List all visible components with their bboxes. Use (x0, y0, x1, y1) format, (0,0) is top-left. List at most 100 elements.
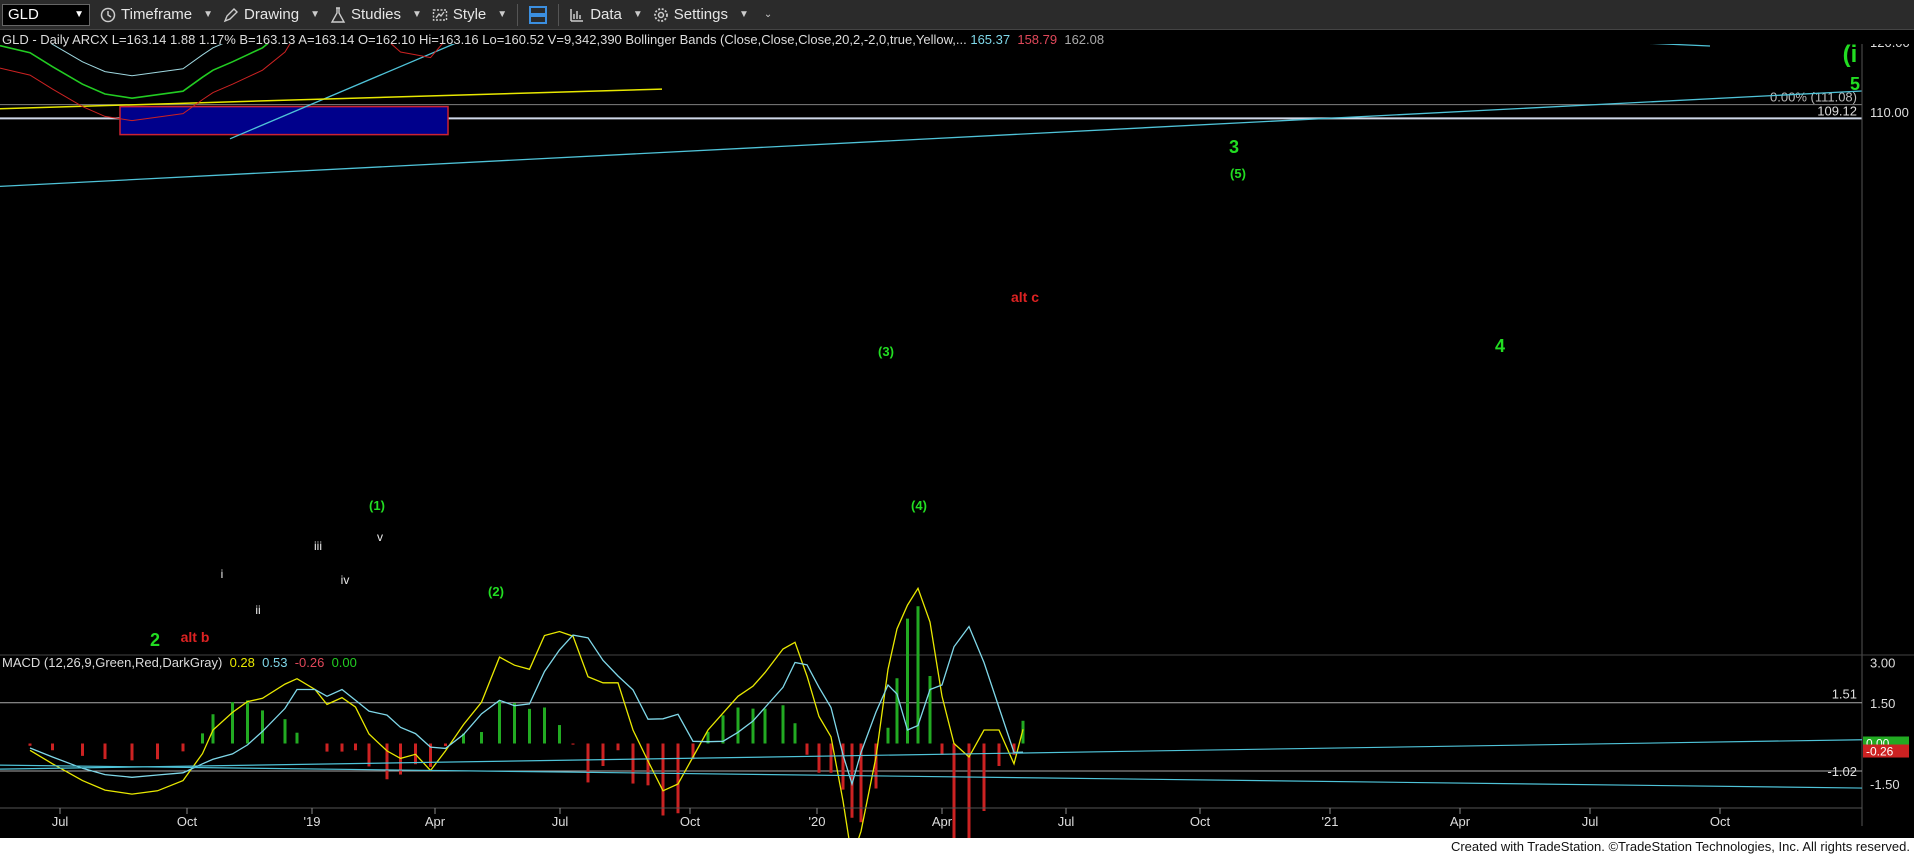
macd-histogram-bar (886, 727, 890, 744)
macd-tick-label: 3.00 (1870, 656, 1895, 671)
macd-tick-label: -1.50 (1870, 777, 1900, 792)
x-tick-label: '21 (1322, 814, 1339, 829)
macd-histogram-bar (444, 743, 447, 746)
chevron-down-icon: ▼ (412, 9, 422, 20)
macd-histogram-bar (28, 743, 32, 746)
pencil-icon (223, 7, 239, 22)
studies-menu[interactable]: Studies ▼ (330, 6, 422, 23)
data-menu[interactable]: Data ▼ (569, 6, 643, 23)
subwave-label: i (221, 567, 224, 581)
macd-histogram-bar (385, 743, 389, 780)
subwave-label: iv (341, 573, 350, 587)
macd-trendline (0, 764, 1863, 789)
data-icon (570, 8, 584, 22)
macd-histogram-bar (793, 723, 797, 744)
layout-icon (529, 5, 548, 24)
clock-icon (100, 7, 116, 22)
x-tick-label: Oct (1710, 814, 1731, 829)
macd-histogram-bar (940, 743, 944, 755)
y-tick-label: 110.00 (1870, 105, 1909, 120)
macd-label: MACD (12,26,9,Green,Red,DarkGray) (2, 655, 223, 670)
macd-value-3: -0.26 (294, 655, 325, 670)
wave-label: (3) (878, 344, 894, 359)
macd-line (29, 586, 1024, 838)
chevron-down-icon: ▼ (74, 9, 84, 20)
chevron-down-icon: ▼ (497, 9, 508, 20)
wave-label: (i (1843, 44, 1858, 68)
time-axis: Jul Oct '19 Apr Jul Oct '20 Apr Jul Oct '21 Apr Jul O… (0, 807, 1862, 829)
macd-histogram-bar (571, 743, 575, 745)
wave-label: (4) (911, 498, 927, 513)
macd-histogram-bar (181, 743, 185, 752)
macd-histogram-bar (513, 703, 516, 744)
macd-histogram-bar (586, 743, 590, 783)
x-tick-label: Jul (52, 814, 69, 829)
macd-histogram-bar (295, 732, 299, 744)
price-chart[interactable]: 261.80% (188.76)238.20% (181.76)200.00% … (0, 44, 1914, 838)
macd-panel: 3.00 1.50 -1.50 1.51 -1.02 0.00 -0.26 (0, 586, 1914, 838)
wave-label: 2 (150, 630, 160, 650)
subwave-label: iii (314, 539, 322, 553)
macd-histogram-bar (354, 743, 357, 751)
settings-menu[interactable]: Settings ▼ ⌄ (653, 6, 773, 23)
subwave-label: v (377, 530, 383, 544)
wave-label: (5) (1230, 166, 1246, 181)
wave-label: 4 (1495, 336, 1505, 356)
macd-histogram-bar (928, 676, 932, 744)
x-tick-label: '20 (809, 814, 826, 829)
macd-histogram-bar (676, 743, 680, 814)
wave-label: (1) (369, 498, 385, 513)
bb-upper (51, 44, 224, 77)
x-tick-label: Apr (425, 814, 446, 829)
macd-histogram-bar (763, 708, 767, 744)
macd-histogram-bar (817, 743, 821, 773)
macd-histogram-bar (558, 725, 561, 744)
macd-histogram-bar (829, 743, 833, 773)
macd-histogram-bar (81, 743, 84, 756)
macd-histogram-bar (325, 743, 329, 752)
macd-histogram-bar (661, 743, 665, 816)
y-tick-label: 120.00 (1870, 44, 1910, 50)
style-menu[interactable]: Style ▼ (432, 6, 507, 23)
macd-histogram-bar (51, 743, 54, 751)
symbol-select[interactable]: GLD ▼ (2, 3, 90, 26)
macd-histogram-bar (130, 743, 134, 761)
x-tick-label: Oct (1190, 814, 1211, 829)
drawing-menu[interactable]: Drawing ▼ (223, 6, 320, 23)
x-tick-label: '19 (304, 814, 321, 829)
layout-button[interactable] (528, 5, 548, 25)
x-tick-label: Oct (177, 814, 198, 829)
macd-histogram-bar (528, 708, 531, 744)
macd-histogram-bar (231, 702, 234, 744)
macd-histogram-bar (952, 743, 956, 838)
macd-legend: MACD (12,26,9,Green,Red,DarkGray) 0.28 0… (2, 655, 357, 670)
macd-histogram-bar (781, 705, 785, 744)
chevron-down-icon: ▼ (310, 9, 320, 20)
toolbar: GLD ▼ Timeframe ▼ Drawing ▼ Studies ▼ St… (0, 0, 1914, 30)
bottom-zone (119, 105, 449, 136)
chevron-down-icon: ▼ (738, 9, 749, 20)
wave-label: 5 (1850, 74, 1860, 94)
zones: SUPPORT (119, 105, 449, 136)
macd-histogram-bar (201, 733, 204, 744)
macd-histogram-bar (480, 732, 483, 744)
wave-label: (2) (488, 584, 504, 599)
timeframe-menu[interactable]: Timeframe ▼ (100, 6, 213, 23)
alt-label: alt c (1011, 289, 1039, 305)
macd-value-label: 1.51 (1832, 687, 1857, 702)
macd-histogram-bar (721, 715, 725, 744)
channel-line (0, 90, 1863, 188)
chevron-down-icon: ▼ (632, 9, 643, 20)
x-tick-label: Jul (1582, 814, 1599, 829)
subwave-label: ii (255, 603, 260, 617)
chevron-down-icon: ▼ (203, 9, 214, 20)
macd-trendline (0, 739, 1863, 770)
chevron-down-icon: ⌄ (763, 9, 773, 20)
macd-histogram-bar (103, 743, 107, 760)
macd-histogram-bar (261, 710, 264, 744)
macd-histogram-bar (156, 743, 159, 760)
symbol-value: GLD (8, 6, 39, 23)
macd-histogram-bar (895, 678, 899, 744)
gear-icon (653, 7, 668, 22)
alt-label: alt b (181, 629, 210, 645)
